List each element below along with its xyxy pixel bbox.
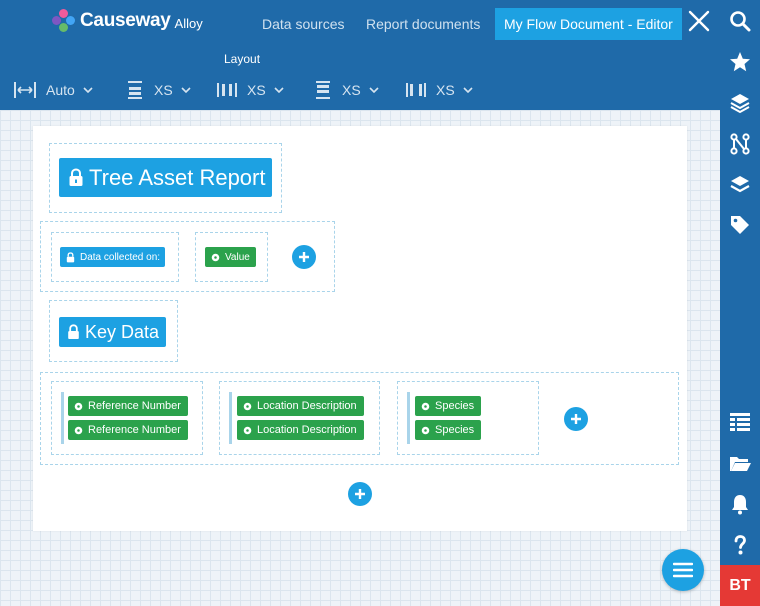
column-reference[interactable] [51,381,203,455]
user-avatar[interactable]: BT [720,565,760,606]
horizontal-padding-dropdown[interactable]: XS [217,80,294,100]
title-label[interactable]: Tree Asset Report [59,158,273,197]
bottom-spacing-dropdown[interactable]: XS [314,80,389,100]
column-species[interactable] [397,381,539,455]
layout-section-label: Layout [224,52,261,66]
key-data-text: Key Data [85,321,160,342]
width-icon [14,82,36,98]
horizontal-padding-icon [217,83,237,97]
add-row-button[interactable] [348,482,372,506]
help-icon[interactable] [728,533,752,557]
field-label: Location Description [257,424,357,436]
bottom-spacing-value: XS [342,82,361,98]
width-dropdown[interactable]: Auto [14,80,103,100]
layers-icon[interactable] [728,91,752,115]
tag-icon [243,426,252,434]
species-chip[interactable]: Species [415,420,482,440]
lock-icon [68,324,79,339]
plus-icon [299,252,309,262]
column-drag-handle[interactable] [229,392,232,444]
folder-icon[interactable] [728,451,752,475]
column-gap-dropdown[interactable]: XS [406,80,483,100]
field-label: Species [435,400,475,412]
chevron-down-icon [181,87,191,93]
brand-name: Causeway [80,10,171,31]
top-header: Causeway Alloy Data sources Report docum… [0,0,720,110]
column-gap-icon [406,83,426,97]
reference-number-chip[interactable]: Reference Number [68,420,188,440]
column-drag-handle[interactable] [61,392,64,444]
nav-active-document[interactable]: My Flow Document - Editor [495,8,682,40]
add-column-button[interactable] [292,245,316,269]
search-icon[interactable] [728,9,752,33]
logo-mark-icon [52,9,76,33]
lock-icon [66,251,75,262]
column-drag-handle[interactable] [407,392,410,444]
column-gap-value: XS [436,82,455,98]
field-label: Species [435,424,475,436]
star-icon[interactable] [728,50,752,74]
tag-icon[interactable] [728,213,752,237]
table-icon[interactable] [728,410,752,434]
reference-number-chip[interactable]: Reference Number [68,396,188,416]
tag-icon [421,402,430,410]
value-field-chip[interactable]: Value [205,247,256,267]
plus-icon [355,489,365,499]
species-chip[interactable]: Species [415,396,482,416]
top-spacing-icon [128,81,142,99]
app-logo[interactable]: Causeway Alloy [52,9,203,33]
product-name: Alloy [174,15,203,31]
add-column-button[interactable] [564,407,588,431]
plus-icon [571,414,581,424]
data-collected-text: Data collected on: [80,251,161,263]
field-label: Reference Number [88,424,181,436]
tag-icon [74,426,83,434]
width-value: Auto [46,82,75,98]
value-field-text: Value [225,251,250,263]
document-canvas: Tree Asset Report Data collected on: Val… [33,126,687,531]
field-label: Location Description [257,400,357,412]
chevron-down-icon [274,87,284,93]
top-spacing-value: XS [154,82,173,98]
chevron-down-icon [463,87,473,93]
close-editor-button[interactable] [686,8,712,34]
tag-icon [243,402,252,410]
flow-icon[interactable] [728,132,752,156]
tag-icon [421,426,430,434]
close-icon [688,10,710,32]
stack-icon[interactable] [728,173,752,197]
chevron-down-icon [369,87,379,93]
bottom-spacing-icon [316,81,330,99]
nav-report-documents[interactable]: Report documents [358,8,488,40]
data-collected-label[interactable]: Data collected on: [60,247,166,267]
tag-icon [74,402,83,410]
top-spacing-dropdown[interactable]: XS [126,80,201,100]
bell-icon[interactable] [728,492,752,516]
horizontal-padding-value: XS [247,82,266,98]
chevron-down-icon [83,87,93,93]
column-location[interactable] [219,381,380,455]
nav-data-sources[interactable]: Data sources [254,8,352,40]
floating-menu-button[interactable] [662,549,704,591]
right-sidebar [720,0,760,606]
location-description-chip[interactable]: Location Description [237,420,364,440]
location-description-chip[interactable]: Location Description [237,396,364,416]
lock-icon [69,168,83,186]
field-label: Reference Number [88,400,181,412]
tag-icon [211,253,220,261]
menu-icon [673,562,693,578]
key-data-label[interactable]: Key Data [59,317,167,347]
title-text: Tree Asset Report [89,164,266,190]
